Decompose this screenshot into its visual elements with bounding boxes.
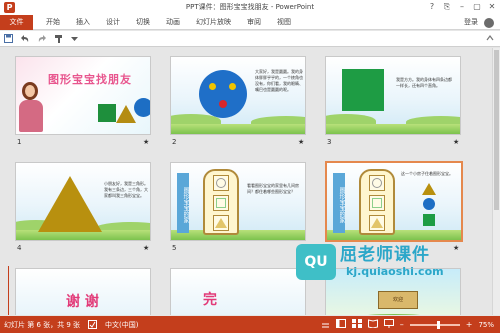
slide-count-status: 幻灯片 第 6 张，共 9 张 [4, 321, 81, 329]
welcome-sign: 欢迎 [378, 291, 418, 309]
maximize-icon[interactable]: ▢ [471, 1, 483, 13]
insertion-marker [8, 266, 9, 315]
avatar-icon[interactable] [484, 18, 494, 28]
tab-slideshow[interactable]: 幻灯片放映 [188, 15, 239, 30]
slide-number: 5 [172, 244, 177, 252]
reading-view-icon[interactable] [367, 319, 378, 331]
slide-title: 图形宝宝的家 [177, 173, 189, 233]
slide-thumbnail-2[interactable]: 大家好，我是圆圆。我的身体胖胖乎乎的，一个棱角也没有，你们看，我的眼睛、嘴巴也是… [170, 56, 306, 135]
slide-body-text: 这一个小房子住着图形宝宝。 [401, 171, 453, 176]
tab-design[interactable]: 设计 [98, 15, 128, 30]
slide-number: 4 [17, 244, 22, 252]
slide-thumbnail-7[interactable]: 谢 谢 [15, 268, 151, 315]
slideshow-icon[interactable] [383, 319, 394, 331]
tab-view[interactable]: 视图 [269, 15, 299, 30]
zoom-in-icon[interactable]: + [466, 320, 473, 330]
format-painter-icon[interactable] [54, 34, 64, 46]
animation-star-icon: ★ [143, 138, 150, 146]
teacher-illustration [22, 82, 38, 100]
powerpoint-window: P PPT课件：图形宝宝找朋友 - PowerPoint ? ⎘ – ▢ ✕ 文… [0, 0, 500, 333]
save-icon[interactable] [4, 34, 13, 46]
triangle-shape [422, 183, 436, 195]
slide-number: 2 [172, 138, 177, 146]
animation-star-icon: ★ [298, 138, 305, 146]
zoom-slider-knob[interactable] [437, 321, 441, 329]
animation-star-icon: ★ [453, 138, 460, 146]
zoom-out-icon[interactable]: – [400, 320, 404, 330]
tab-insert[interactable]: 插入 [68, 15, 98, 30]
vertical-scrollbar[interactable] [492, 48, 500, 315]
undo-icon[interactable] [20, 34, 30, 46]
slide-title: 图形宝宝找朋友 [48, 73, 132, 86]
normal-view-icon[interactable] [335, 319, 346, 331]
slide-title: 完 [203, 292, 217, 308]
circle-face-shape [199, 70, 247, 118]
blue-circle-shape [423, 198, 435, 210]
close-icon[interactable]: ✕ [486, 1, 498, 13]
spellcheck-icon[interactable] [88, 320, 98, 331]
ribbon-collapse-icon[interactable] [486, 34, 494, 44]
house-illustration [359, 169, 395, 235]
window-controls: ? ⎘ – ▢ ✕ [426, 1, 498, 13]
green-square-shape [98, 104, 116, 122]
signin-link[interactable]: 登录 [464, 15, 478, 30]
tab-animations[interactable]: 动画 [158, 15, 188, 30]
title-bar: P PPT课件：图形宝宝找朋友 - PowerPoint ? ⎘ – ▢ ✕ [0, 0, 500, 15]
slide-title: 谢 谢 [66, 294, 99, 310]
triangle-shape [116, 105, 136, 123]
customize-icon[interactable] [71, 34, 78, 46]
watermark-url: kj.quiaoshi.com [346, 265, 444, 278]
watermark-logo: QU [296, 244, 336, 280]
watermark: QU 屈老师课件 kj.quiaoshi.com [296, 240, 464, 286]
watermark-brand: 屈老师课件 [340, 245, 430, 265]
tab-transitions[interactable]: 切换 [128, 15, 158, 30]
zoom-slider[interactable] [409, 321, 460, 329]
ribbon-display-icon[interactable]: ⎘ [441, 1, 453, 13]
slide-number: 3 [327, 138, 332, 146]
green-square-shape [423, 214, 435, 226]
animation-star-icon: ★ [143, 244, 150, 252]
tab-home[interactable]: 开始 [38, 15, 68, 30]
slide-thumbnail-4[interactable]: 小朋友好，我是三角形。我有三条边，三个角，大家都叫我三角形宝宝。 [15, 162, 151, 241]
slide-body-text: 大家好，我是圆圆。我的身体胖胖乎乎的，一个棱角也没有，你们看，我的眼睛、嘴巴也是… [255, 69, 303, 92]
scrollbar-thumb[interactable] [494, 50, 499, 210]
triangle-shape [38, 176, 102, 232]
green-square-shape [342, 69, 384, 111]
slide-thumbnail-8[interactable]: 完 [170, 268, 306, 315]
minimize-icon[interactable]: – [456, 1, 468, 13]
slide-thumbnail-6[interactable]: 图形宝宝的家 这一个小房子住着图形宝宝。 [325, 161, 463, 242]
slide-sorter-view-icon[interactable] [351, 319, 362, 331]
quick-access-toolbar [0, 31, 500, 47]
zoom-level[interactable]: 75% [478, 321, 494, 329]
window-title: PPT课件：图形宝宝找朋友 - PowerPoint [185, 3, 315, 11]
blue-circle-shape [134, 98, 150, 117]
status-bar: 幻灯片 第 6 张，共 9 张 中文(中国) – + 75% [0, 316, 500, 333]
help-icon[interactable]: ? [426, 1, 438, 13]
slide-body-text: 我是方方。我的身体有四条边都一样长，还有四个直角。 [396, 77, 452, 88]
ribbon-tabs: 开始 插入 设计 切换 动画 幻灯片放映 审阅 视图 [38, 15, 299, 30]
slide-body-text: 小朋友好，我是三角形。我有三条边，三个角，大家都叫我三角形宝宝。 [104, 181, 148, 198]
slide-thumbnail-5[interactable]: 图形宝宝的家 看看图形宝宝的家里有几间房间？都住着哪些图形宝宝？ [170, 162, 306, 241]
slide-thumbnail-1[interactable]: 图形宝宝找朋友 [15, 56, 151, 135]
redo-icon[interactable] [37, 34, 47, 46]
house-illustration [203, 169, 239, 235]
slide-title: 图形宝宝的家 [333, 173, 345, 233]
slide-thumbnail-3[interactable]: 我是方方。我的身体有四条边都一样长，还有四个直角。 [325, 56, 461, 135]
ribbon-tab-bar: 文件 开始 插入 设计 切换 动画 幻灯片放映 审阅 视图 登录 [0, 15, 500, 30]
slide-body-text: 看看图形宝宝的家里有几间房间？都住着哪些图形宝宝？ [247, 183, 299, 194]
tab-review[interactable]: 审阅 [239, 15, 269, 30]
notes-icon[interactable] [321, 319, 330, 331]
language-status[interactable]: 中文(中国) [105, 320, 138, 331]
slide-number: 1 [17, 138, 22, 146]
tab-file[interactable]: 文件 [0, 15, 33, 30]
